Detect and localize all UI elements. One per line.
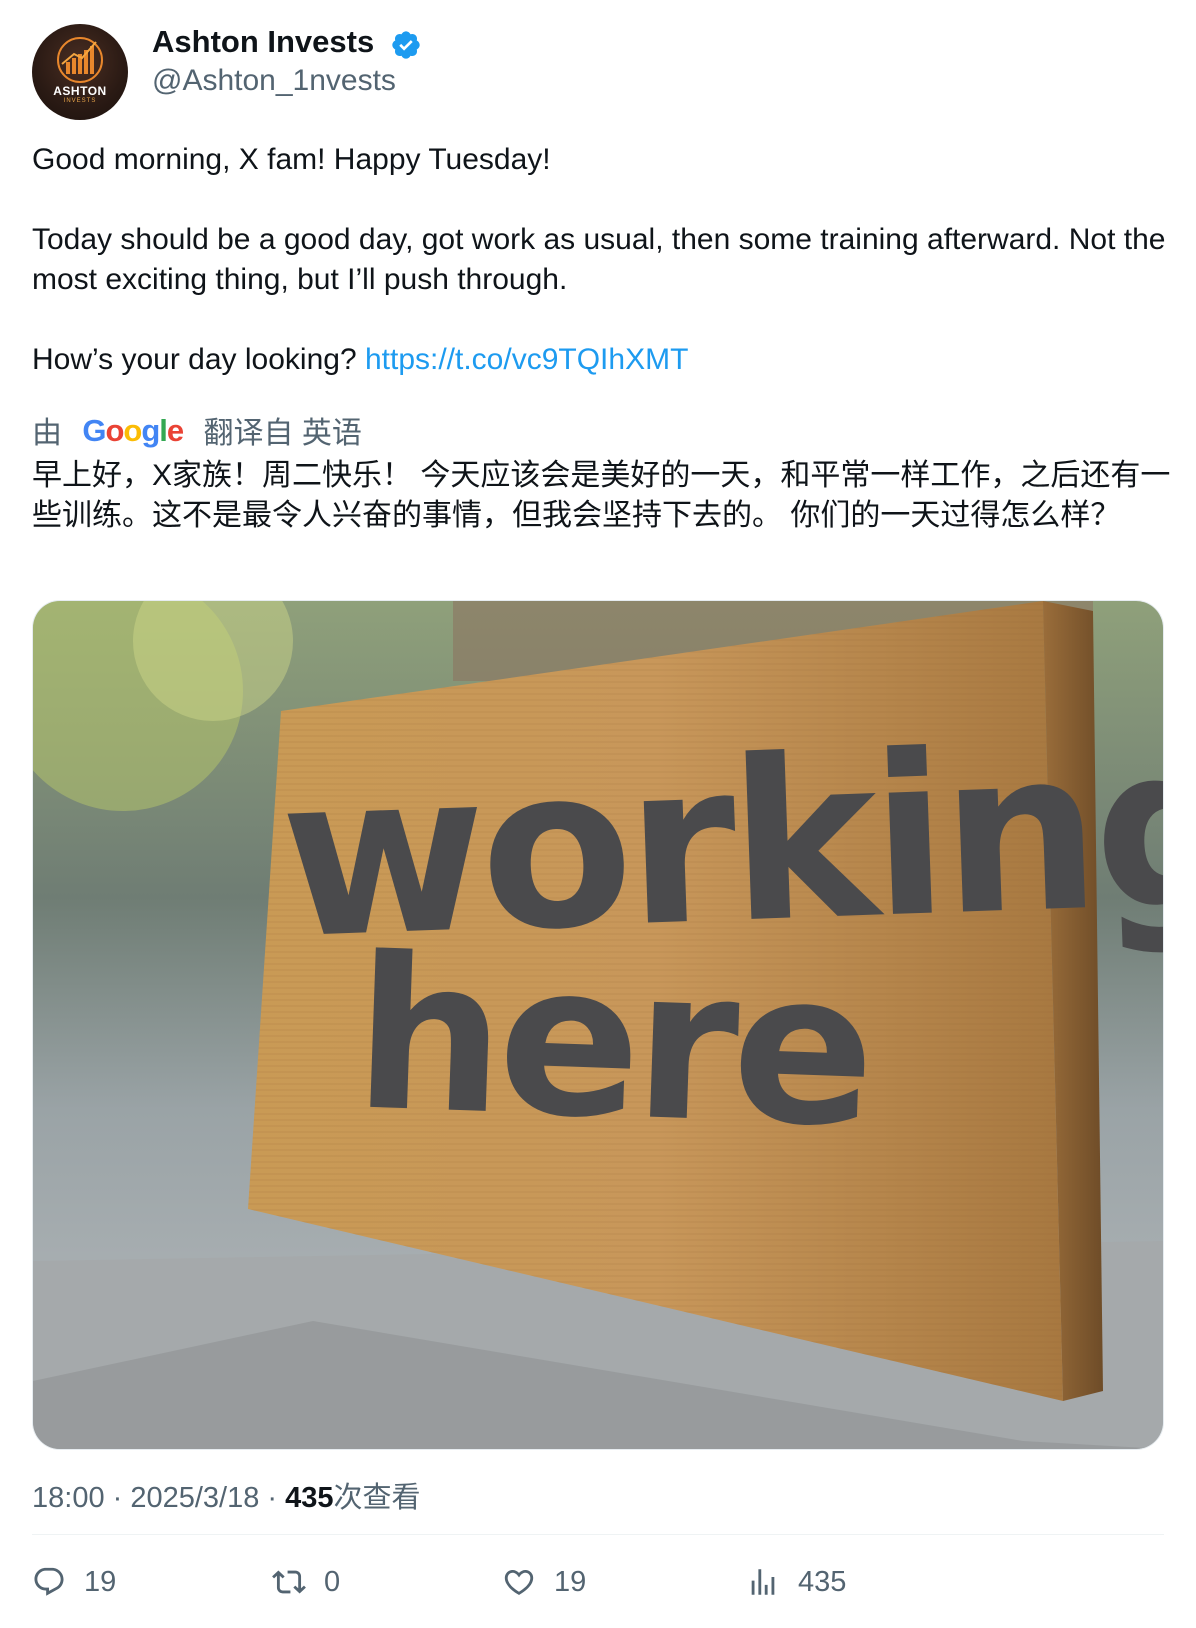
tweet-text: Good morning, X fam! Happy Tuesday! Toda…	[32, 140, 1172, 380]
like-icon	[504, 1569, 534, 1595]
author-handle[interactable]: @Ashton_1nvests	[152, 64, 396, 98]
views-button[interactable]: 435	[746, 1560, 846, 1604]
views-icon	[751, 1569, 775, 1595]
tweet-meta: 18:00 · 2025/3/18 · 435次查看	[32, 1474, 421, 1516]
avatar[interactable]: ASHTON INVESTS	[32, 24, 128, 120]
like-count: 19	[554, 1565, 587, 1598]
google-logo: Google	[82, 412, 184, 448]
tweet-question: How’s your day looking?	[32, 343, 365, 376]
repost-count: 0	[324, 1565, 341, 1598]
verified-badge-icon	[392, 31, 420, 59]
meta-separator: ·	[104, 1482, 131, 1514]
translation-attribution[interactable]: 由 Google 翻译自 英语	[32, 408, 362, 450]
reply-button[interactable]: 19	[32, 1560, 116, 1604]
repost-button[interactable]: 0	[272, 1560, 340, 1604]
avatar-logo-icon	[57, 37, 103, 83]
tweet-line-3: How’s your day looking? https://t.co/vc9…	[32, 340, 1172, 380]
tweet-line-2: Today should be a good day, got work as …	[32, 223, 1166, 296]
tweet-media-image[interactable]: working here	[32, 600, 1164, 1450]
reply-count: 19	[84, 1565, 117, 1598]
translated-text: 早上好，X家族！周二快乐！ 今天应该会是美好的一天，和平常一样工作，之后还有一些…	[32, 459, 1171, 532]
tweet-date[interactable]: 2025/3/18	[130, 1482, 259, 1514]
tweet-time[interactable]: 18:00	[32, 1482, 105, 1514]
avatar-sub-text: INVESTS	[63, 98, 97, 104]
tweet-link[interactable]: https://t.co/vc9TQIhXMT	[365, 343, 688, 376]
reply-icon	[34, 1567, 64, 1596]
divider	[32, 1534, 1164, 1535]
views-count: 435	[285, 1482, 334, 1514]
avatar-brand-text: ASHTON	[53, 84, 107, 98]
tweet-line-1: Good morning, X fam! Happy Tuesday!	[32, 143, 551, 176]
views-label: 次查看	[333, 1482, 421, 1514]
like-button[interactable]: 19	[502, 1560, 586, 1604]
sign-text-here: here	[351, 911, 873, 1174]
translation-prefix: 由	[32, 417, 62, 450]
repost-icon	[272, 1570, 306, 1594]
author-name[interactable]: Ashton Invests	[152, 24, 374, 60]
meta-separator: ·	[259, 1482, 286, 1514]
views-action-count: 435	[798, 1565, 847, 1598]
translation-suffix: 翻译自 英语	[203, 417, 362, 450]
working-here-sign-photo: working here	[33, 601, 1163, 1449]
